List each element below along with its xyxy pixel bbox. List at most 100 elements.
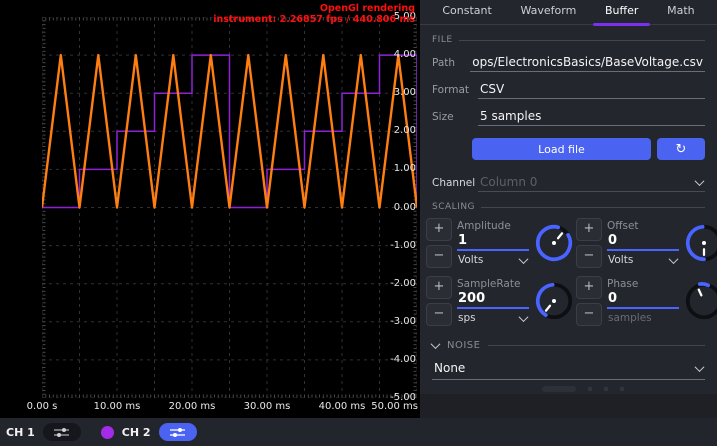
offset-value[interactable]: 0: [607, 232, 679, 251]
size-value: 5 samples: [480, 109, 703, 123]
y-tick-label: 3.00: [380, 87, 416, 98]
channel-row: Channel Column 0: [432, 174, 705, 192]
overlay-line-1: OpenGl rendering: [213, 3, 415, 14]
phase-value[interactable]: 0: [607, 290, 679, 309]
sliders-icon: [169, 427, 186, 438]
format-value: CSV: [480, 82, 703, 96]
channel-select[interactable]: Column 0: [478, 174, 705, 192]
tab-waveform[interactable]: Waveform: [516, 0, 580, 24]
amplitude-label: Amplitude: [457, 220, 529, 232]
offset-decrement-button[interactable]: −: [576, 245, 602, 268]
phase-decrement-button[interactable]: −: [576, 303, 602, 326]
y-tick-label: 4.00: [380, 49, 416, 60]
scaling-controls: + − Amplitude 1 Volts + −: [426, 216, 711, 328]
y-tick-label: -3.00: [380, 316, 416, 327]
offset-knob[interactable]: [684, 223, 717, 263]
amplitude-group: + − Amplitude 1 Volts: [426, 216, 574, 270]
size-label: Size: [432, 111, 478, 126]
offset-unit-select[interactable]: Volts: [607, 251, 679, 266]
x-tick-label: 50.00 ms: [371, 401, 418, 412]
tab-buffer[interactable]: Buffer: [601, 0, 642, 24]
amplitude-decrement-button[interactable]: −: [426, 245, 452, 268]
chevron-down-icon: [695, 362, 705, 372]
tab-math[interactable]: Math: [663, 0, 699, 24]
y-tick-label: -4.00: [380, 354, 416, 365]
ch1-label: CH 1: [6, 426, 35, 439]
file-buttons-row: Load file ↻: [472, 138, 705, 160]
samplerate-label: SampleRate: [457, 278, 529, 290]
refresh-button[interactable]: ↻: [657, 138, 705, 160]
format-label: Format: [432, 84, 478, 99]
samplerate-decrement-button[interactable]: −: [426, 303, 452, 326]
size-field: 5 samples: [478, 108, 705, 126]
amplitude-unit: Volts: [458, 254, 483, 266]
x-tick-label: 30.00 ms: [244, 401, 291, 412]
overlay-line-2: instrument: 2.26857 fps / 440.806 ms: [213, 14, 415, 25]
noise-type-value: None: [434, 361, 696, 375]
channel-label: Channel: [432, 177, 478, 192]
signal-generator-panel: Constant Waveform Buffer Math FILE Path …: [420, 0, 717, 418]
format-row: Format CSV: [432, 81, 705, 99]
waveform-plot[interactable]: [42, 17, 417, 398]
offset-increment-button[interactable]: +: [576, 218, 602, 241]
format-field[interactable]: CSV: [478, 81, 705, 99]
scaling-section-title: SCALING: [432, 202, 475, 212]
file-section-title: FILE: [432, 35, 453, 45]
tab-constant[interactable]: Constant: [438, 0, 495, 24]
noise-section-header: NOISE: [432, 340, 705, 351]
samplerate-unit-select[interactable]: sps: [457, 309, 529, 324]
path-value: ops/ElectronicsBasics/BaseVoltage.csv: [472, 55, 703, 69]
amplitude-value[interactable]: 1: [457, 232, 529, 251]
ch2-label: CH 2: [122, 426, 151, 439]
phase-group: + − Phase 0 samples: [576, 274, 717, 328]
oscilloscope-plot-area: 5.004.003.002.001.000.00-1.00-2.00-3.00-…: [0, 0, 420, 418]
path-row: Path ops/ElectronicsBasics/BaseVoltage.c…: [432, 54, 705, 72]
chevron-down-icon: [695, 176, 705, 186]
samplerate-increment-button[interactable]: +: [426, 276, 452, 299]
noise-type-select[interactable]: None: [432, 359, 705, 380]
phase-increment-button[interactable]: +: [576, 276, 602, 299]
phase-knob[interactable]: [684, 281, 717, 321]
samplerate-knob[interactable]: [534, 281, 574, 321]
sliders-icon: [53, 427, 70, 438]
x-tick-label: 20.00 ms: [169, 401, 216, 412]
samplerate-group: + − SampleRate 200 sps: [426, 274, 574, 328]
rendering-info-overlay: OpenGl rendering instrument: 2.26857 fps…: [213, 3, 415, 25]
y-tick-label: 1.00: [380, 163, 416, 174]
y-tick-label: -1.00: [380, 240, 416, 251]
file-section-header: FILE: [432, 35, 705, 45]
amplitude-knob[interactable]: [534, 223, 574, 263]
scaling-section-header: SCALING: [432, 202, 705, 212]
offset-group: + − Offset 0 Volts: [576, 216, 717, 270]
offset-unit: Volts: [608, 254, 633, 266]
ch2-settings-toggle[interactable]: [159, 423, 197, 441]
samplerate-value[interactable]: 200: [457, 290, 529, 309]
y-tick-label: 0.00: [380, 202, 416, 213]
channel-value: Column 0: [480, 175, 696, 189]
section-divider: [481, 207, 705, 208]
collapse-chevron-icon[interactable]: [431, 339, 441, 349]
path-field[interactable]: ops/ElectronicsBasics/BaseVoltage.csv: [470, 54, 705, 72]
x-tick-label: 10.00 ms: [94, 401, 141, 412]
x-tick-label: 40.00 ms: [319, 401, 366, 412]
ch1-settings-toggle[interactable]: [43, 423, 81, 441]
chevron-down-icon: [669, 254, 679, 264]
partial-scrolled-widget: [542, 386, 624, 392]
ch2-color-dot: [101, 426, 114, 439]
mode-tabs: Constant Waveform Buffer Math: [420, 0, 717, 25]
channel-bar: CH 1 CH 2: [0, 418, 717, 446]
section-divider: [459, 40, 705, 41]
chevron-down-icon: [519, 312, 529, 322]
amplitude-increment-button[interactable]: +: [426, 218, 452, 241]
amplitude-unit-select[interactable]: Volts: [457, 251, 529, 266]
path-label: Path: [432, 57, 470, 72]
offset-label: Offset: [607, 220, 679, 232]
noise-section-title: NOISE: [447, 340, 480, 351]
phase-label: Phase: [607, 278, 679, 290]
load-file-button[interactable]: Load file: [472, 138, 651, 160]
samplerate-unit: sps: [458, 312, 476, 324]
panel-footer: [420, 394, 717, 418]
refresh-icon: ↻: [676, 142, 687, 157]
x-tick-label: 0.00 s: [27, 401, 58, 412]
size-row: Size 5 samples: [432, 108, 705, 126]
